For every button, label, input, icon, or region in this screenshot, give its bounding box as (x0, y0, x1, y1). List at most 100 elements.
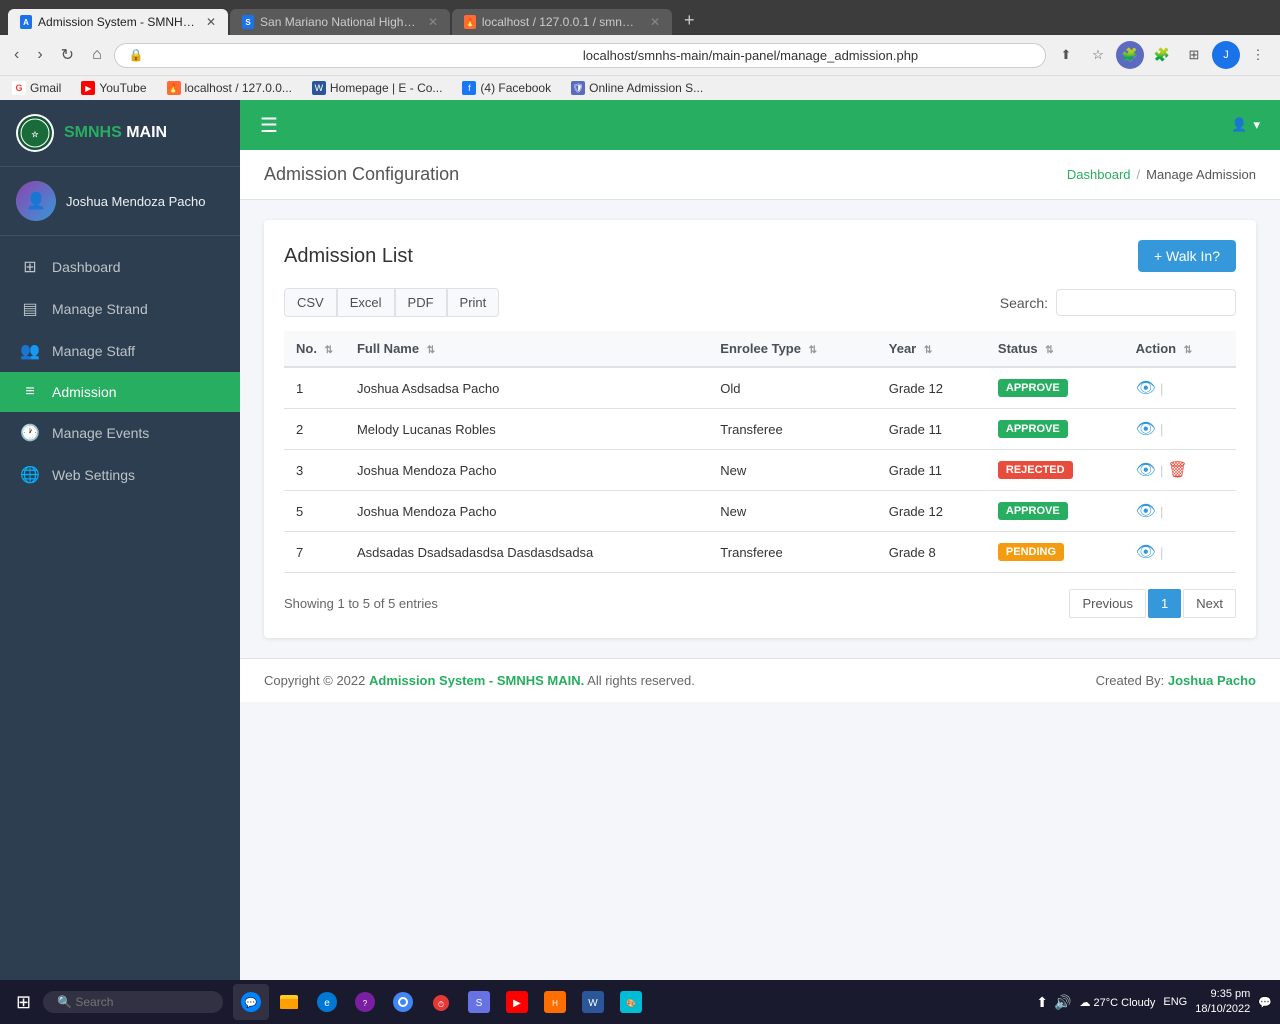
delete-icon[interactable]: 🗑 (1167, 460, 1187, 480)
taskbar-app-word[interactable]: W (575, 984, 611, 1020)
sidebar-item-admission[interactable]: ≡ Admission (0, 372, 240, 412)
taskbar-app-ext1[interactable]: ? (347, 984, 383, 1020)
search-input[interactable] (1056, 289, 1236, 316)
user-menu-button[interactable]: 👤 ▾ (1231, 117, 1260, 133)
cell-year: Grade 12 (877, 367, 986, 409)
tab-3-close[interactable]: ✕ (650, 15, 660, 29)
logo-image: ☆ (18, 116, 52, 150)
bookmark-youtube[interactable]: ▶ YouTube (77, 79, 150, 97)
taskbar-app-edge[interactable]: e (309, 984, 345, 1020)
view-icon[interactable]: 👁 (1136, 542, 1156, 562)
browser-tab-2[interactable]: S San Mariano National High Scho... ✕ (230, 9, 450, 35)
gmail-favicon: G (12, 81, 26, 95)
sidebar-item-manage-staff[interactable]: 👥 Manage Staff (0, 330, 240, 372)
sidebar-header: ☆ SMNHS MAIN (0, 100, 240, 167)
browser-tab-3[interactable]: 🔥 localhost / 127.0.0.1 / smnhs_ma... ✕ (452, 9, 672, 35)
svg-text:?: ? (363, 999, 368, 1008)
cell-fullname: Asdsadas Dsadsadasdsa Dasdasdsadsa (345, 532, 708, 573)
showing-text: Showing 1 to 5 of 5 entries (284, 596, 438, 611)
new-tab-button[interactable]: + (674, 6, 705, 35)
footer-author-link[interactable]: Joshua Pacho (1168, 673, 1256, 688)
taskbar-app-chrome[interactable] (385, 984, 421, 1020)
col-header-status[interactable]: Status ⇅ (986, 331, 1124, 367)
user-menu-chevron: ▾ (1253, 117, 1260, 133)
bookmark-facebook[interactable]: f (4) Facebook (458, 79, 555, 97)
network-icon[interactable]: ⬆ (1036, 994, 1048, 1011)
notification-icon[interactable]: 💬 (1258, 996, 1272, 1009)
taskbar-app-files[interactable] (271, 984, 307, 1020)
forward-button[interactable]: › (31, 42, 48, 68)
taskbar-clock[interactable]: 9:35 pm 18/10/2022 (1195, 987, 1250, 1018)
excel-button[interactable]: Excel (337, 288, 395, 317)
table-footer: Showing 1 to 5 of 5 entries Previous 1 N… (284, 589, 1236, 618)
view-icon[interactable]: 👁 (1136, 501, 1156, 521)
sidebar-item-events-label: Manage Events (52, 425, 149, 441)
sidebar-item-manage-strand[interactable]: ▤ Manage Strand (0, 288, 240, 330)
sidebar-item-web-settings[interactable]: 🌐 Web Settings (0, 454, 240, 496)
sidebar-item-staff-label: Manage Staff (52, 343, 135, 359)
bookmark-localhost[interactable]: 🔥 localhost / 127.0.0... (163, 79, 296, 97)
next-button[interactable]: Next (1183, 589, 1236, 618)
home-button[interactable]: ⌂ (86, 42, 108, 68)
bookmark-homepage[interactable]: W Homepage | E - Co... (308, 79, 447, 97)
search-box: Search: (1000, 289, 1236, 316)
start-button[interactable]: ⊞ (8, 988, 39, 1017)
cell-no: 5 (284, 491, 345, 532)
col-header-year[interactable]: Year ⇅ (877, 331, 986, 367)
extensions-icon[interactable]: 🧩 (1148, 41, 1176, 69)
tab-2-close[interactable]: ✕ (428, 15, 438, 29)
browser-tab-1[interactable]: A Admission System - SMNHS MA... ✕ (8, 9, 228, 35)
bookmark-admission[interactable]: 🛡 Online Admission S... (567, 79, 707, 97)
csv-button[interactable]: CSV (284, 288, 337, 317)
taskbar-app-youtube[interactable]: ▶ (499, 984, 535, 1020)
taskbar-app-messenger[interactable]: 💬 (233, 984, 269, 1020)
view-icon[interactable]: 👁 (1136, 378, 1156, 398)
prev-button[interactable]: Previous (1069, 589, 1146, 618)
reload-button[interactable]: ↻ (55, 41, 80, 69)
view-icon[interactable]: 👁 (1136, 419, 1156, 439)
taskbar-app-stopwatch[interactable]: ⏱ (423, 984, 459, 1020)
cell-enrolee-type: New (708, 450, 876, 491)
main-content: Admission Configuration Dashboard / Mana… (240, 150, 1280, 980)
tab-1-close[interactable]: ✕ (206, 15, 216, 29)
taskbar-app-paint[interactable]: 🎨 (613, 984, 649, 1020)
view-icon[interactable]: 👁 (1136, 460, 1156, 480)
breadcrumb-dashboard[interactable]: Dashboard (1067, 167, 1131, 182)
footer-copy: Copyright © 2022 (264, 673, 365, 688)
address-bar[interactable]: 🔒 localhost/smnhs-main/main-panel/manage… (114, 43, 1046, 68)
tab-grid-icon[interactable]: ⊞ (1180, 41, 1208, 69)
col-header-enrolee-type[interactable]: Enrolee Type ⇅ (708, 331, 876, 367)
print-button[interactable]: Print (447, 288, 500, 317)
walk-in-button[interactable]: + Walk In? (1138, 240, 1236, 272)
extension-icon[interactable]: 🧩 (1116, 41, 1144, 69)
bookmark-gmail[interactable]: G Gmail (8, 79, 65, 97)
status-badge: PENDING (998, 543, 1064, 561)
col-header-action[interactable]: Action ⇅ (1124, 331, 1236, 367)
pagination: Previous 1 Next (1069, 589, 1236, 618)
sidebar-item-dashboard[interactable]: ⊞ Dashboard (0, 246, 240, 288)
pdf-button[interactable]: PDF (395, 288, 447, 317)
weather-icon: ☁ (1079, 997, 1090, 1009)
taskbar-lang[interactable]: ENG (1163, 996, 1187, 1008)
clock-date: 18/10/2022 (1195, 1002, 1250, 1017)
page-1-button[interactable]: 1 (1148, 589, 1181, 618)
back-button[interactable]: ‹ (8, 42, 25, 68)
col-header-fullname[interactable]: Full Name ⇅ (345, 331, 708, 367)
cell-action: 👁 | (1124, 367, 1236, 409)
sound-icon[interactable]: 🔊 (1054, 994, 1071, 1011)
sidebar-item-manage-events[interactable]: 🕐 Manage Events (0, 412, 240, 454)
bookmark-facebook-label: (4) Facebook (480, 81, 551, 95)
hamburger-button[interactable]: ☰ (260, 113, 278, 138)
menu-icon[interactable]: ⋮ (1244, 41, 1272, 69)
taskbar-app-stripe[interactable]: S (461, 984, 497, 1020)
footer-app-link[interactable]: Admission System - SMNHS MAIN. (369, 673, 584, 688)
profile-icon[interactable]: J (1212, 41, 1240, 69)
col-header-no[interactable]: No. ⇅ (284, 331, 345, 367)
taskbar-app-orange[interactable]: H (537, 984, 573, 1020)
taskbar-search[interactable] (43, 991, 223, 1013)
sort-no-icon: ⇅ (325, 345, 333, 356)
svg-text:e: e (324, 998, 330, 1009)
homepage-favicon: W (312, 81, 326, 95)
bookmark-icon[interactable]: ☆ (1084, 41, 1112, 69)
share-icon[interactable]: ⬆ (1052, 41, 1080, 69)
